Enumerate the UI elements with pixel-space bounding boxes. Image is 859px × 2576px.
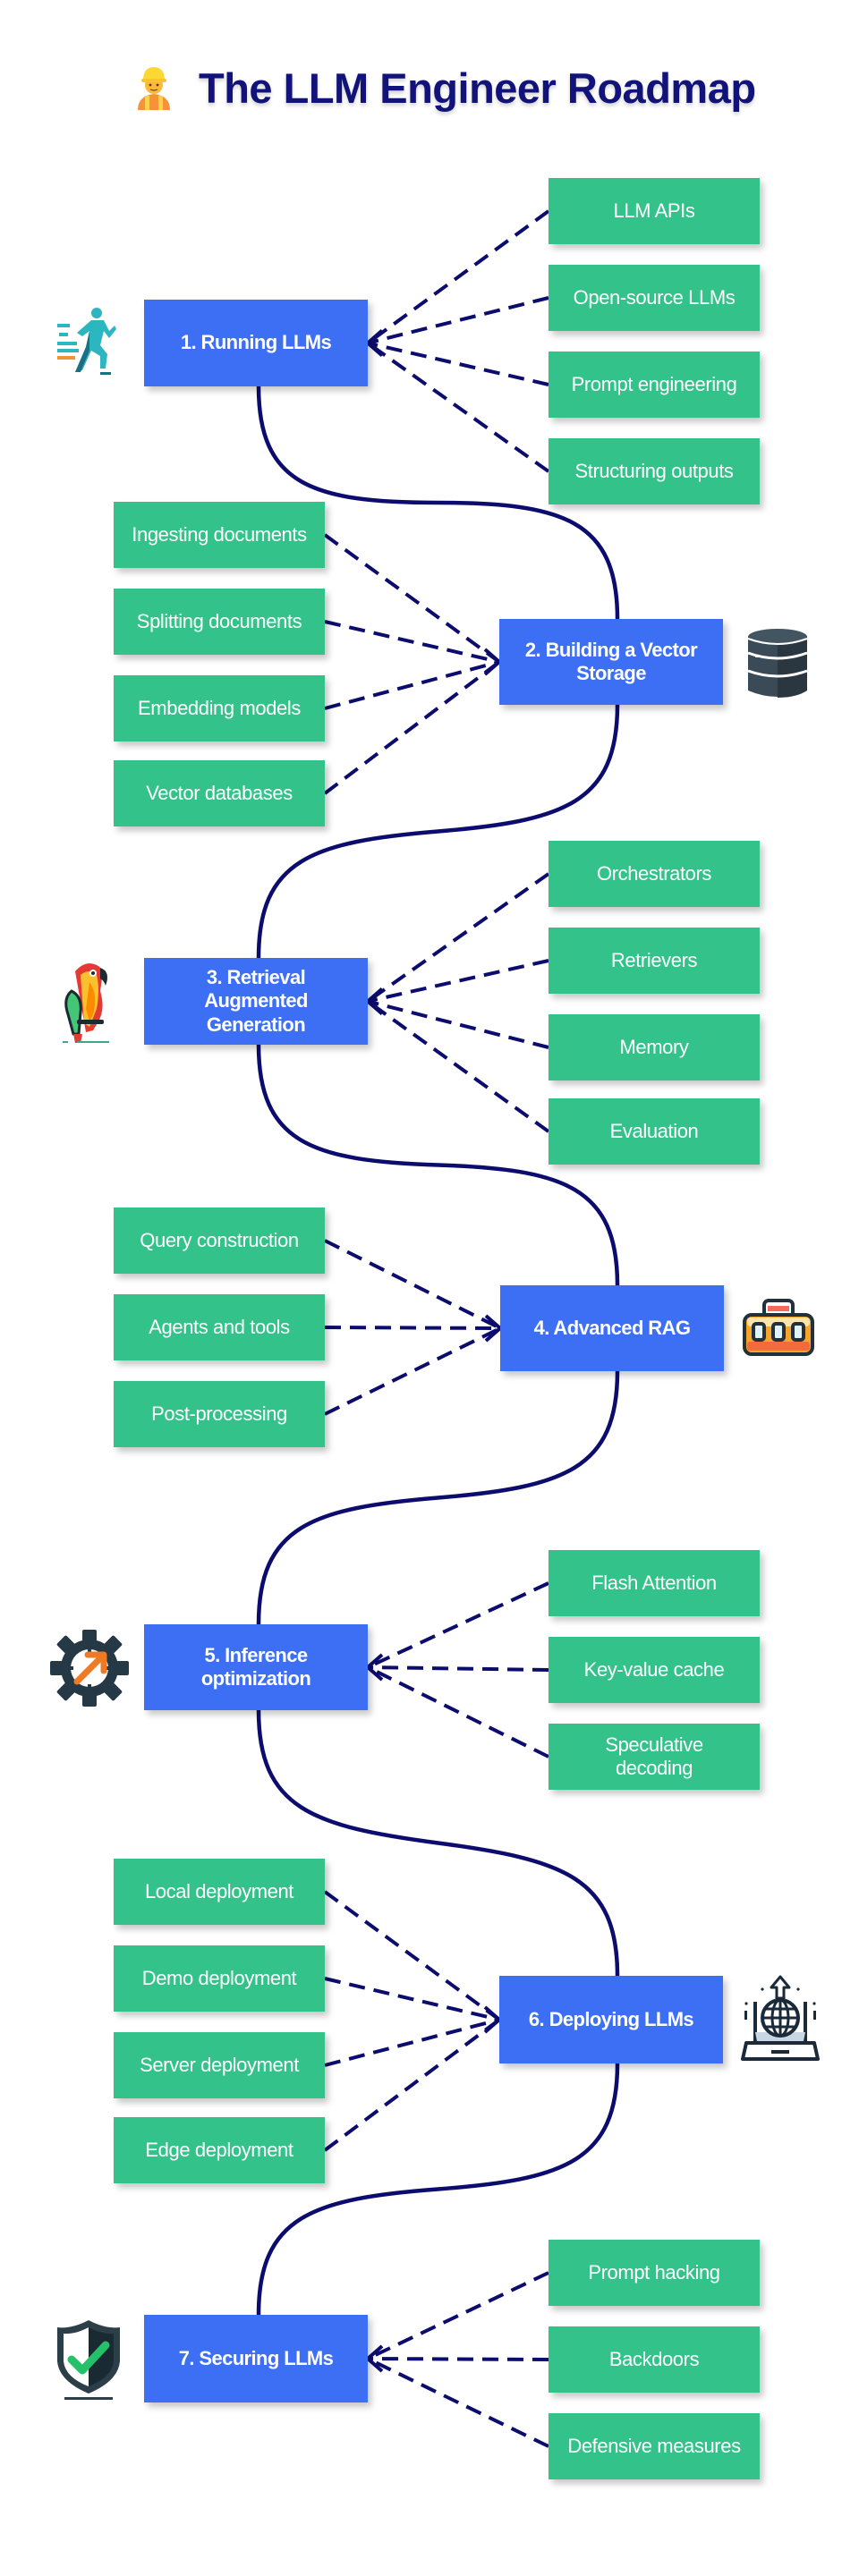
topic-label: Speculative decoding	[605, 1733, 703, 1779]
topic-label: Agents and tools	[149, 1315, 290, 1338]
step-node-3[interactable]: 3. Retrieval Augmented Generation	[144, 958, 368, 1045]
topic-label: Flash Attention	[591, 1571, 717, 1594]
main-path-segment	[256, 704, 620, 959]
step-node-2[interactable]: 2. Building a Vector Storage	[499, 619, 723, 705]
database-icon	[744, 626, 811, 701]
construction-worker-icon	[134, 65, 174, 110]
topic-connector	[367, 2357, 549, 2448]
topic-node[interactable]: Post-processing	[114, 1381, 325, 1447]
topic-connector	[324, 1239, 501, 1330]
laptop-globe-upload-icon	[741, 1975, 820, 2064]
topic-label: Defensive measures	[567, 2434, 741, 2457]
topic-label: Open-source LLMs	[573, 285, 736, 309]
topic-label: Structuring outputs	[574, 459, 734, 482]
step-label: 3. Retrieval Augmented Generation	[204, 965, 308, 1036]
topic-node[interactable]: Ingesting documents	[114, 502, 325, 568]
topic-label: Local deployment	[144, 1879, 294, 1902]
step-label: 1. Running LLMs	[180, 331, 332, 354]
topic-connector	[367, 999, 549, 1049]
topic-connector	[324, 660, 500, 710]
arrowhead	[366, 2344, 384, 2373]
toolbox-icon	[741, 1299, 816, 1358]
topic-label: Prompt hacking	[588, 2260, 720, 2284]
topic-node[interactable]: Evaluation	[549, 1098, 760, 1165]
parrot-icon	[59, 959, 113, 1044]
topic-label: LLM APIs	[613, 199, 695, 222]
topic-label: Orchestrators	[596, 861, 712, 885]
topic-label: Backdoors	[608, 2347, 700, 2370]
topic-connector	[323, 2018, 501, 2152]
topic-connector	[366, 341, 550, 473]
topic-label: Server deployment	[140, 2053, 299, 2076]
topic-node[interactable]: Splitting documents	[114, 589, 325, 655]
step-label: 2. Building a Vector Storage	[524, 638, 698, 684]
topic-label: Demo deployment	[141, 1966, 297, 1989]
topic-label: Retrievers	[610, 948, 698, 971]
arrowhead	[483, 2005, 501, 2034]
step-label: 5. Inference optimization	[200, 1643, 311, 1690]
topic-node[interactable]: LLM APIs	[549, 178, 760, 244]
topic-connector	[367, 1581, 549, 1669]
topic-node[interactable]: Open-source LLMs	[549, 265, 760, 331]
topic-node[interactable]: Orchestrators	[549, 841, 760, 907]
topic-connector	[367, 2357, 549, 2361]
topic-label: Embedding models	[138, 696, 301, 719]
topic-node[interactable]: Query construction	[114, 1208, 325, 1274]
topic-node[interactable]: Key-value cache	[549, 1637, 760, 1703]
topic-connector	[324, 1326, 501, 1416]
topic-connector	[366, 872, 550, 1004]
topic-connector	[324, 1326, 501, 1330]
topic-node[interactable]: Embedding models	[114, 675, 325, 741]
topic-node[interactable]: Agents and tools	[114, 1294, 325, 1360]
arrowhead	[483, 648, 501, 676]
topic-connector	[323, 660, 501, 795]
topic-node[interactable]: Prompt hacking	[549, 2240, 760, 2306]
topic-node[interactable]: Defensive measures	[549, 2413, 760, 2479]
step-label: 6. Deploying LLMs	[528, 2007, 694, 2030]
topic-node[interactable]: Edge deployment	[114, 2117, 325, 2183]
topic-label: Edge deployment	[145, 2138, 293, 2161]
topic-label: Prompt engineering	[571, 372, 737, 395]
topic-connector	[367, 296, 549, 345]
topic-label: Splitting documents	[136, 609, 302, 632]
topic-connector	[324, 2018, 500, 2067]
page-title: The LLM Engineer Roadmap	[134, 59, 756, 116]
step-node-5[interactable]: 5. Inference optimization	[144, 1624, 368, 1710]
topic-node[interactable]: Flash Attention	[549, 1550, 760, 1616]
title-text: The LLM Engineer Roadmap	[199, 64, 756, 112]
topic-label: Key-value cache	[583, 1657, 725, 1681]
topic-connector	[367, 1665, 549, 1672]
topic-node[interactable]: Backdoors	[549, 2326, 760, 2393]
topic-label: Evaluation	[609, 1119, 699, 1142]
topic-label: Vector databases	[146, 781, 293, 804]
topic-label: Post-processing	[151, 1402, 287, 1425]
step-label: 7. Securing LLMs	[178, 2346, 334, 2369]
running-person-icon	[55, 304, 118, 377]
topic-node[interactable]: Demo deployment	[114, 1945, 325, 2012]
topic-node[interactable]: Local deployment	[114, 1859, 325, 1925]
topic-node[interactable]: Structuring outputs	[549, 438, 760, 504]
topic-node[interactable]: Server deployment	[114, 2032, 325, 2098]
step-label: 4. Advanced RAG	[533, 1316, 691, 1339]
step-node-4[interactable]: 4. Advanced RAG	[500, 1285, 724, 1371]
topic-connector	[366, 999, 550, 1133]
step-node-1[interactable]: 1. Running LLMs	[144, 300, 368, 386]
topic-connector	[367, 1665, 549, 1758]
topic-node[interactable]: Speculative decoding	[549, 1724, 760, 1790]
shield-check-icon	[52, 2317, 125, 2401]
step-node-7[interactable]: 7. Securing LLMs	[144, 2315, 368, 2402]
topic-node[interactable]: Vector databases	[114, 760, 325, 826]
topic-label: Memory	[619, 1035, 689, 1058]
topic-connector	[367, 2271, 549, 2360]
topic-node[interactable]: Retrievers	[549, 928, 760, 994]
topic-connector	[366, 209, 550, 345]
gear-arrow-icon	[50, 1630, 129, 1707]
topic-label: Ingesting documents	[132, 522, 307, 546]
step-node-6[interactable]: 6. Deploying LLMs	[499, 1976, 723, 2063]
topic-node[interactable]: Prompt engineering	[549, 352, 760, 418]
topic-node[interactable]: Memory	[549, 1014, 760, 1080]
arrowhead	[366, 1653, 384, 1682]
topic-label: Query construction	[140, 1228, 299, 1251]
